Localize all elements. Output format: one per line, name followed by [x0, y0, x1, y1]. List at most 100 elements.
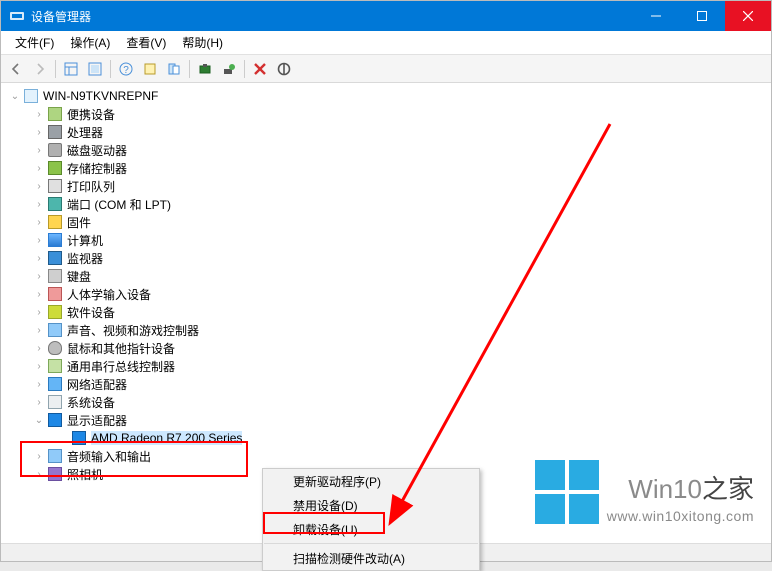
tree-node-label: 存储控制器 [67, 160, 127, 177]
expander-icon[interactable]: › [33, 217, 45, 228]
tree-node[interactable]: ›监视器 [1, 249, 771, 267]
expander-icon[interactable]: › [33, 325, 45, 336]
tree-node[interactable]: › 计算机 [1, 231, 771, 249]
help-button[interactable]: ? [115, 58, 137, 80]
tree-node[interactable]: ›人体学输入设备 [1, 285, 771, 303]
tree-node-label: 音频输入和输出 [67, 448, 151, 465]
tree-display-adapters[interactable]: ⌄ 显示适配器 [1, 411, 771, 429]
tree-root-label: WIN-N9TKVNREPNF [43, 89, 158, 103]
context-disable-device[interactable]: 禁用设备(D) [263, 493, 479, 517]
tree-node[interactable]: › 键盘 [1, 267, 771, 285]
watermark-logo-icon [535, 460, 599, 524]
tree-node-label: 系统设备 [67, 394, 115, 411]
forward-button[interactable] [29, 58, 51, 80]
tree-node-label: 计算机 [67, 232, 103, 249]
svg-text:?: ? [123, 65, 129, 76]
expander-icon[interactable]: › [33, 451, 45, 462]
tree-node-label: 固件 [67, 214, 91, 231]
ic-usb-icon [47, 160, 63, 176]
watermark: Win10之家 www.win10xitong.com [535, 460, 754, 524]
show-tree-button[interactable] [60, 58, 82, 80]
tree-node[interactable]: › 声音、视频和游戏控制器 [1, 321, 771, 339]
watermark-brand: Win10之家 [628, 474, 754, 504]
ic-camera-icon [47, 466, 63, 482]
expander-icon[interactable]: › [33, 307, 45, 318]
ic-port-icon [47, 196, 63, 212]
close-button[interactable] [725, 1, 771, 31]
properties-button[interactable] [139, 58, 161, 80]
tree-display-adapter-item[interactable]: AMD Radeon R7 200 Series [1, 429, 771, 447]
context-scan-hardware[interactable]: 扫描检测硬件改动(A) [263, 546, 479, 570]
ic-monitor-icon [47, 250, 63, 266]
expander-icon[interactable]: › [33, 235, 45, 246]
expander-icon[interactable]: › [33, 397, 45, 408]
tree-node[interactable]: › 处理器 [1, 123, 771, 141]
tree-node-label: 磁盘驱动器 [67, 142, 127, 159]
expander-icon[interactable]: › [33, 343, 45, 354]
expander-icon[interactable]: ⌄ [33, 415, 45, 426]
titlebar: 设备管理器 [1, 1, 771, 31]
tree-node[interactable]: › 打印队列 [1, 177, 771, 195]
update-driver-button[interactable] [218, 58, 240, 80]
expander-icon[interactable]: › [33, 181, 45, 192]
expander-icon[interactable]: › [33, 253, 45, 264]
context-update-driver[interactable]: 更新驱动程序(P) [263, 469, 479, 493]
tree-node-label: 通用串行总线控制器 [67, 358, 175, 375]
ic-firmware-icon [47, 214, 63, 230]
tree-node[interactable]: ›网络适配器 [1, 375, 771, 393]
scan-hardware-button[interactable] [194, 58, 216, 80]
ic-computer-icon [47, 232, 63, 248]
expander-icon[interactable]: › [33, 145, 45, 156]
expander-icon[interactable]: › [33, 289, 45, 300]
tree-node[interactable]: › 便携设备 [1, 105, 771, 123]
tree-node-label: 显示适配器 [67, 412, 127, 429]
tree-node-label: 处理器 [67, 124, 103, 141]
tree-node[interactable]: › 存储控制器 [1, 159, 771, 177]
tree-node-label: 便携设备 [67, 106, 115, 123]
computer-icon [23, 88, 39, 104]
expander-icon[interactable]: › [33, 199, 45, 210]
expander-icon[interactable]: › [33, 127, 45, 138]
ic-portable-icon [47, 106, 63, 122]
disable-button[interactable] [273, 58, 295, 80]
ic-hid-icon [47, 286, 63, 302]
expander-icon[interactable]: › [33, 163, 45, 174]
tree-node[interactable]: ›鼠标和其他指针设备 [1, 339, 771, 357]
tree-node-label: 键盘 [67, 268, 91, 285]
tree-node-label: 声音、视频和游戏控制器 [67, 322, 199, 339]
tree-node-label: 打印队列 [67, 178, 115, 195]
minimize-button[interactable] [633, 1, 679, 31]
ic-disk-icon [47, 142, 63, 158]
expander-icon[interactable]: › [33, 109, 45, 120]
window-title: 设备管理器 [31, 8, 633, 25]
tree-node[interactable]: › 磁盘驱动器 [1, 141, 771, 159]
tree-node[interactable]: › 固件 [1, 213, 771, 231]
expander-icon[interactable]: › [33, 379, 45, 390]
menu-help[interactable]: 帮助(H) [174, 31, 231, 54]
context-uninstall-device[interactable]: 卸载设备(U) [263, 517, 479, 541]
tree-node[interactable]: ›端口 (COM 和 LPT) [1, 195, 771, 213]
app-icon [9, 8, 25, 24]
tree-node-label: 照相机 [67, 466, 103, 483]
toolbar-icon-2[interactable] [84, 58, 106, 80]
tree-node[interactable]: › 系统设备 [1, 393, 771, 411]
maximize-button[interactable] [679, 1, 725, 31]
menu-action[interactable]: 操作(A) [62, 31, 118, 54]
ic-printer-icon [47, 178, 63, 194]
toolbar-icon-5[interactable] [163, 58, 185, 80]
expander-icon[interactable]: › [33, 469, 45, 480]
expander-icon[interactable]: ⌄ [9, 91, 21, 102]
context-menu: 更新驱动程序(P) 禁用设备(D) 卸载设备(U) 扫描检测硬件改动(A) [262, 468, 480, 571]
menubar: 文件(F) 操作(A) 查看(V) 帮助(H) [1, 31, 771, 55]
tree-node[interactable]: › 通用串行总线控制器 [1, 357, 771, 375]
uninstall-button[interactable] [249, 58, 271, 80]
tree-root[interactable]: ⌄ WIN-N9TKVNREPNF [1, 87, 771, 105]
back-button[interactable] [5, 58, 27, 80]
tree-node-label: 软件设备 [67, 304, 115, 321]
menu-view[interactable]: 查看(V) [118, 31, 174, 54]
expander-icon[interactable]: › [33, 361, 45, 372]
expander-icon[interactable]: › [33, 271, 45, 282]
ic-chip-icon [47, 124, 63, 140]
menu-file[interactable]: 文件(F) [7, 31, 62, 54]
tree-node[interactable]: › 软件设备 [1, 303, 771, 321]
